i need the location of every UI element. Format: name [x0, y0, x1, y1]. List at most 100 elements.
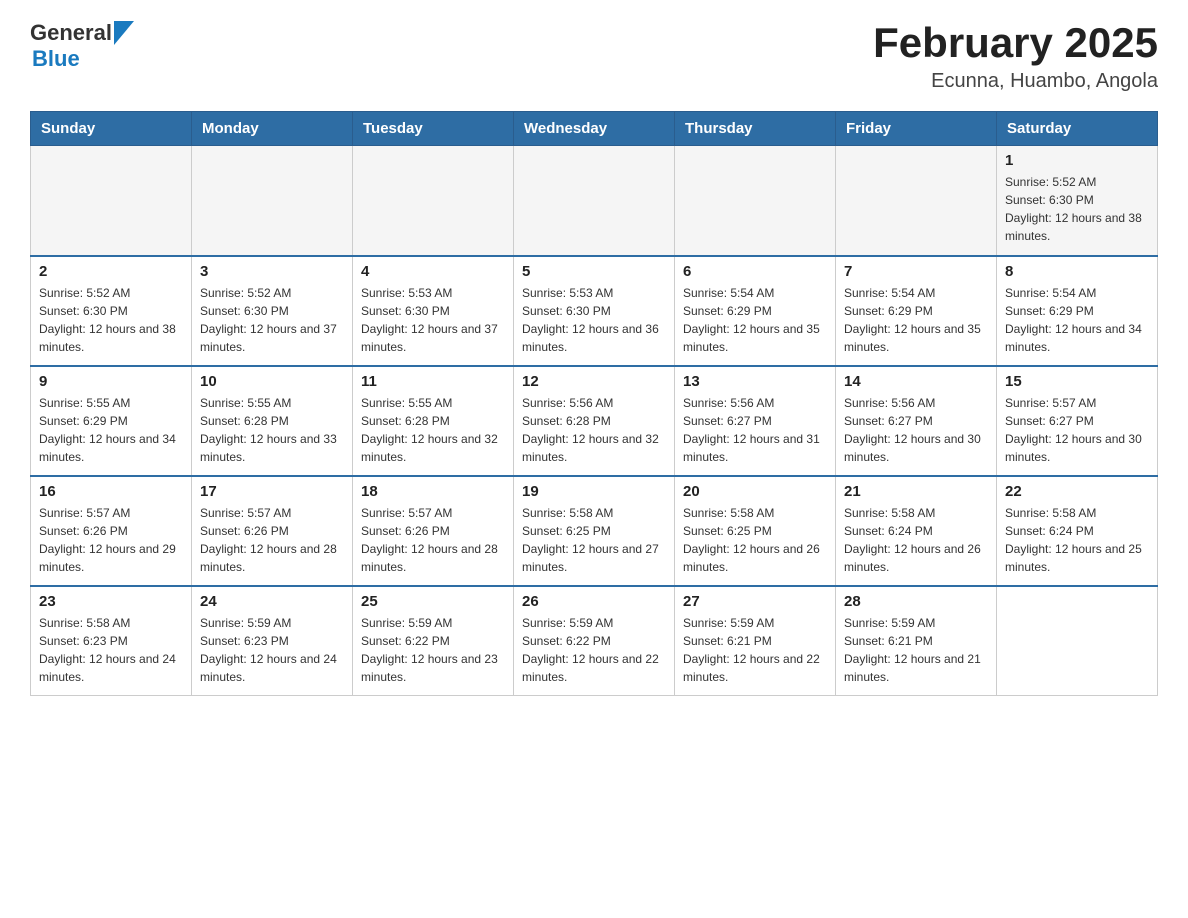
day-info: Sunrise: 5:57 AMSunset: 6:26 PMDaylight:…: [361, 504, 505, 576]
day-info: Sunrise: 5:58 AMSunset: 6:24 PMDaylight:…: [844, 504, 988, 576]
day-info: Sunrise: 5:56 AMSunset: 6:28 PMDaylight:…: [522, 394, 666, 466]
day-info: Sunrise: 5:59 AMSunset: 6:21 PMDaylight:…: [683, 614, 827, 686]
calendar-subtitle: Ecunna, Huambo, Angola: [873, 70, 1158, 93]
calendar-cell: 20 Sunrise: 5:58 AMSunset: 6:25 PMDayligh…: [675, 476, 836, 586]
day-info: Sunrise: 5:58 AMSunset: 6:25 PMDaylight:…: [683, 504, 827, 576]
calendar-cell: [836, 146, 997, 256]
day-info: Sunrise: 5:55 AMSunset: 6:28 PMDaylight:…: [200, 394, 344, 466]
calendar-cell: 5 Sunrise: 5:53 AMSunset: 6:30 PMDaylight…: [514, 256, 675, 366]
day-number: 15: [1005, 373, 1149, 390]
day-number: 16: [39, 483, 183, 500]
calendar-header-row: Sunday Monday Tuesday Wednesday Thursday…: [31, 112, 1158, 146]
day-number: 18: [361, 483, 505, 500]
day-info: Sunrise: 5:56 AMSunset: 6:27 PMDaylight:…: [844, 394, 988, 466]
calendar-cell: [675, 146, 836, 256]
day-number: 7: [844, 263, 988, 280]
calendar-cell: 3Sunrise: 5:52 AMSunset: 6:30 PMDaylight…: [192, 256, 353, 366]
day-number: 8: [1005, 263, 1149, 280]
calendar-cell: 16 Sunrise: 5:57 AMSunset: 6:26 PMDayligh…: [31, 476, 192, 586]
header-wednesday: Wednesday: [514, 112, 675, 146]
day-info: Sunrise: 5:58 AMSunset: 6:23 PMDaylight:…: [39, 614, 183, 686]
day-number: 20: [683, 483, 827, 500]
calendar-cell: 22 Sunrise: 5:58 AMSunset: 6:24 PMDayligh…: [997, 476, 1158, 586]
day-number: 4: [361, 263, 505, 280]
calendar-cell: [192, 146, 353, 256]
day-number: 23: [39, 593, 183, 610]
calendar-cell: 4 Sunrise: 5:53 AMSunset: 6:30 PMDaylight…: [353, 256, 514, 366]
logo: General Blue: [30, 20, 134, 72]
day-number: 28: [844, 593, 988, 610]
calendar-cell: 1 Sunrise: 5:52 AMSunset: 6:30 PMDaylight…: [997, 146, 1158, 256]
calendar-cell: [514, 146, 675, 256]
calendar-week-0: 1 Sunrise: 5:52 AMSunset: 6:30 PMDaylight…: [31, 146, 1158, 256]
day-info: Sunrise: 5:53 AMSunset: 6:30 PMDaylight:…: [361, 284, 505, 356]
day-number: 14: [844, 373, 988, 390]
day-info: Sunrise: 5:57 AMSunset: 6:26 PMDaylight:…: [200, 504, 344, 576]
day-info: Sunrise: 5:55 AMSunset: 6:29 PMDaylight:…: [39, 394, 183, 466]
day-info: Sunrise: 5:58 AMSunset: 6:25 PMDaylight:…: [522, 504, 666, 576]
day-number: 25: [361, 593, 505, 610]
day-number: 19: [522, 483, 666, 500]
day-info: Sunrise: 5:53 AMSunset: 6:30 PMDaylight:…: [522, 284, 666, 356]
day-info: Sunrise: 5:54 AMSunset: 6:29 PMDaylight:…: [683, 284, 827, 356]
day-info: Sunrise: 5:58 AMSunset: 6:24 PMDaylight:…: [1005, 504, 1149, 576]
day-number: 6: [683, 263, 827, 280]
day-number: 26: [522, 593, 666, 610]
calendar-cell: 10Sunrise: 5:55 AMSunset: 6:28 PMDayligh…: [192, 366, 353, 476]
calendar-cell: 2Sunrise: 5:52 AMSunset: 6:30 PMDaylight…: [31, 256, 192, 366]
day-number: 22: [1005, 483, 1149, 500]
page-header: General Blue February 2025 Ecunna, Huamb…: [30, 20, 1158, 93]
day-number: 2: [39, 263, 183, 280]
calendar-week-4: 23 Sunrise: 5:58 AMSunset: 6:23 PMDayligh…: [31, 586, 1158, 696]
logo-blue: Blue: [32, 46, 80, 72]
header-friday: Friday: [836, 112, 997, 146]
day-info: Sunrise: 5:57 AMSunset: 6:27 PMDaylight:…: [1005, 394, 1149, 466]
calendar-cell: 24 Sunrise: 5:59 AMSunset: 6:23 PMDayligh…: [192, 586, 353, 696]
logo-general: General: [30, 20, 112, 46]
day-info: Sunrise: 5:59 AMSunset: 6:23 PMDaylight:…: [200, 614, 344, 686]
calendar-title: February 2025: [873, 20, 1158, 66]
header-monday: Monday: [192, 112, 353, 146]
day-number: 21: [844, 483, 988, 500]
calendar-week-3: 16 Sunrise: 5:57 AMSunset: 6:26 PMDayligh…: [31, 476, 1158, 586]
calendar-cell: 19 Sunrise: 5:58 AMSunset: 6:25 PMDayligh…: [514, 476, 675, 586]
day-number: 5: [522, 263, 666, 280]
calendar-cell: 25 Sunrise: 5:59 AMSunset: 6:22 PMDayligh…: [353, 586, 514, 696]
calendar-cell: 13Sunrise: 5:56 AMSunset: 6:27 PMDayligh…: [675, 366, 836, 476]
header-thursday: Thursday: [675, 112, 836, 146]
day-number: 9: [39, 373, 183, 390]
calendar-week-2: 9 Sunrise: 5:55 AMSunset: 6:29 PMDaylight…: [31, 366, 1158, 476]
header-tuesday: Tuesday: [353, 112, 514, 146]
day-info: Sunrise: 5:59 AMSunset: 6:21 PMDaylight:…: [844, 614, 988, 686]
logo-triangle-icon: [114, 21, 134, 45]
calendar-cell: 8Sunrise: 5:54 AMSunset: 6:29 PMDaylight…: [997, 256, 1158, 366]
day-info: Sunrise: 5:57 AMSunset: 6:26 PMDaylight:…: [39, 504, 183, 576]
header-saturday: Saturday: [997, 112, 1158, 146]
calendar-week-1: 2 Sunrise: 5:52 AMSunset: 6:30 PMDaylight…: [31, 256, 1158, 366]
calendar-cell: 21 Sunrise: 5:58 AMSunset: 6:24 PMDayligh…: [836, 476, 997, 586]
header-sunday: Sunday: [31, 112, 192, 146]
calendar-cell: 12Sunrise: 5:56 AMSunset: 6:28 PMDayligh…: [514, 366, 675, 476]
calendar-cell: 28 Sunrise: 5:59 AMSunset: 6:21 PMDayligh…: [836, 586, 997, 696]
day-info: Sunrise: 5:56 AMSunset: 6:27 PMDaylight:…: [683, 394, 827, 466]
calendar-cell: 7 Sunrise: 5:54 AMSunset: 6:29 PMDaylight…: [836, 256, 997, 366]
day-info: Sunrise: 5:59 AMSunset: 6:22 PMDaylight:…: [522, 614, 666, 686]
day-info: Sunrise: 5:59 AMSunset: 6:22 PMDaylight:…: [361, 614, 505, 686]
calendar-cell: 11Sunrise: 5:55 AMSunset: 6:28 PMDayligh…: [353, 366, 514, 476]
calendar-cell: 27Sunrise: 5:59 AMSunset: 6:21 PMDayligh…: [675, 586, 836, 696]
day-number: 24: [200, 593, 344, 610]
calendar-cell: [31, 146, 192, 256]
calendar-cell: 26 Sunrise: 5:59 AMSunset: 6:22 PMDayligh…: [514, 586, 675, 696]
calendar-cell: 15 Sunrise: 5:57 AMSunset: 6:27 PMDayligh…: [997, 366, 1158, 476]
day-info: Sunrise: 5:52 AMSunset: 6:30 PMDaylight:…: [1005, 173, 1149, 245]
calendar-cell: 14 Sunrise: 5:56 AMSunset: 6:27 PMDayligh…: [836, 366, 997, 476]
day-number: 17: [200, 483, 344, 500]
day-info: Sunrise: 5:52 AMSunset: 6:30 PMDaylight:…: [200, 284, 344, 356]
day-number: 11: [361, 373, 505, 390]
calendar-cell: 9 Sunrise: 5:55 AMSunset: 6:29 PMDaylight…: [31, 366, 192, 476]
calendar-cell: 18 Sunrise: 5:57 AMSunset: 6:26 PMDayligh…: [353, 476, 514, 586]
title-block: February 2025 Ecunna, Huambo, Angola: [873, 20, 1158, 93]
day-info: Sunrise: 5:54 AMSunset: 6:29 PMDaylight:…: [844, 284, 988, 356]
calendar-cell: [997, 586, 1158, 696]
day-number: 1: [1005, 152, 1149, 169]
